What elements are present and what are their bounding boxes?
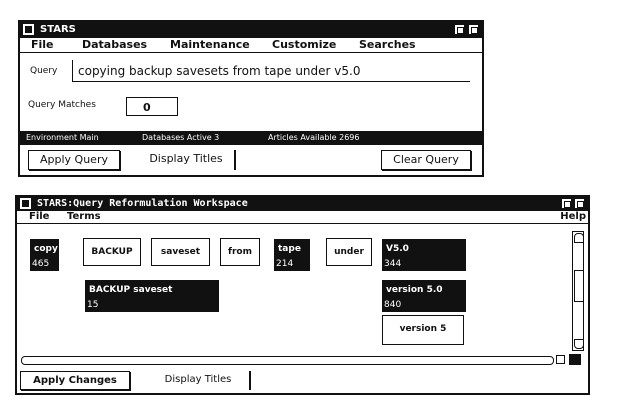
query-reformulation-window: STARS:Query Reformulation Workspace File… <box>15 195 590 395</box>
stars-main-window: STARS File Databases Maintenance Customi… <box>18 20 484 177</box>
menu-help[interactable]: Help <box>560 211 586 223</box>
term-backup[interactable]: BACKUP <box>83 238 141 266</box>
term-label: from <box>228 247 252 257</box>
title-bar: STARS <box>20 22 482 38</box>
menu-terms[interactable]: Terms <box>67 211 101 223</box>
term-count: 15 <box>87 300 99 310</box>
scroll-right-icon[interactable] <box>556 355 565 364</box>
query-label: Query <box>30 66 58 76</box>
term-label: BACKUP <box>91 247 133 257</box>
term-count: 344 <box>384 259 402 269</box>
scroll-up-icon[interactable] <box>574 233 584 243</box>
term-label: BACKUP saveset <box>89 285 173 295</box>
query-matches-field: 0 <box>126 97 178 116</box>
title-bar: STARS:Query Reformulation Workspace <box>17 197 588 211</box>
menu-searches[interactable]: Searches <box>359 38 416 52</box>
term-count: 465 <box>32 259 50 269</box>
clear-query-button[interactable]: Clear Query <box>381 150 471 170</box>
term-label: version 5.0 <box>386 285 443 295</box>
menu-maintenance[interactable]: Maintenance <box>170 38 250 52</box>
display-titles-button[interactable]: Display Titles <box>138 150 236 170</box>
status-bar: Environment Main Databases Active 3 Arti… <box>20 131 482 145</box>
query-input[interactable]: copying backup savesets from tape under … <box>72 60 470 82</box>
menu-databases[interactable]: Databases <box>82 38 147 52</box>
menu-customize[interactable]: Customize <box>272 38 336 52</box>
term-under[interactable]: under <box>326 238 372 266</box>
term-copy[interactable]: copy 465 <box>30 239 59 271</box>
menu-bar: File Databases Maintenance Customize Sea… <box>20 38 482 53</box>
scroll-down-icon[interactable] <box>574 339 584 349</box>
menu-bar: File Terms Help <box>17 211 588 224</box>
window-title: STARS:Query Reformulation Workspace <box>37 198 248 209</box>
term-label: version 5 <box>399 324 447 334</box>
minimize-icon[interactable] <box>561 198 572 209</box>
term-label: under <box>334 247 364 257</box>
term-label: V5.0 <box>386 244 409 254</box>
term-label: tape <box>278 244 301 254</box>
term-from[interactable]: from <box>220 238 260 266</box>
status-databases: Databases Active 3 <box>142 133 220 142</box>
query-text: copying backup savesets from tape under … <box>78 64 361 78</box>
window-menu-icon[interactable] <box>20 198 31 209</box>
apply-changes-button[interactable]: Apply Changes <box>20 371 130 390</box>
apply-query-button[interactable]: Apply Query <box>28 150 120 170</box>
term-tape[interactable]: tape 214 <box>274 239 310 271</box>
term-version-5[interactable]: version 5 <box>382 315 464 345</box>
query-matches-label: Query Matches <box>28 100 96 110</box>
term-count: 214 <box>276 259 294 269</box>
term-count: 840 <box>384 300 402 310</box>
query-matches-value: 0 <box>143 101 151 114</box>
vertical-scrollbar[interactable] <box>572 231 584 351</box>
menu-file[interactable]: File <box>31 38 54 52</box>
status-environment: Environment Main <box>26 133 99 142</box>
scroll-thumb[interactable] <box>574 270 584 302</box>
term-version-5-0[interactable]: version 5.0 840 <box>382 280 466 312</box>
horizontal-scrollbar[interactable] <box>21 356 554 365</box>
term-backup-saveset[interactable]: BACKUP saveset 15 <box>85 280 219 312</box>
window-title: STARS <box>40 24 76 35</box>
resize-corner-icon[interactable] <box>569 354 581 365</box>
minimize-icon[interactable] <box>454 24 465 35</box>
status-articles: Articles Available 2696 <box>268 133 360 142</box>
display-titles-button[interactable]: Display Titles <box>147 371 251 390</box>
maximize-icon[interactable] <box>468 24 479 35</box>
window-menu-icon[interactable] <box>23 24 34 35</box>
term-saveset[interactable]: saveset <box>151 238 210 266</box>
term-label: copy <box>34 244 58 254</box>
term-label: saveset <box>160 247 201 257</box>
menu-file[interactable]: File <box>29 211 49 223</box>
term-v5-0[interactable]: V5.0 344 <box>382 239 466 271</box>
maximize-icon[interactable] <box>574 198 585 209</box>
